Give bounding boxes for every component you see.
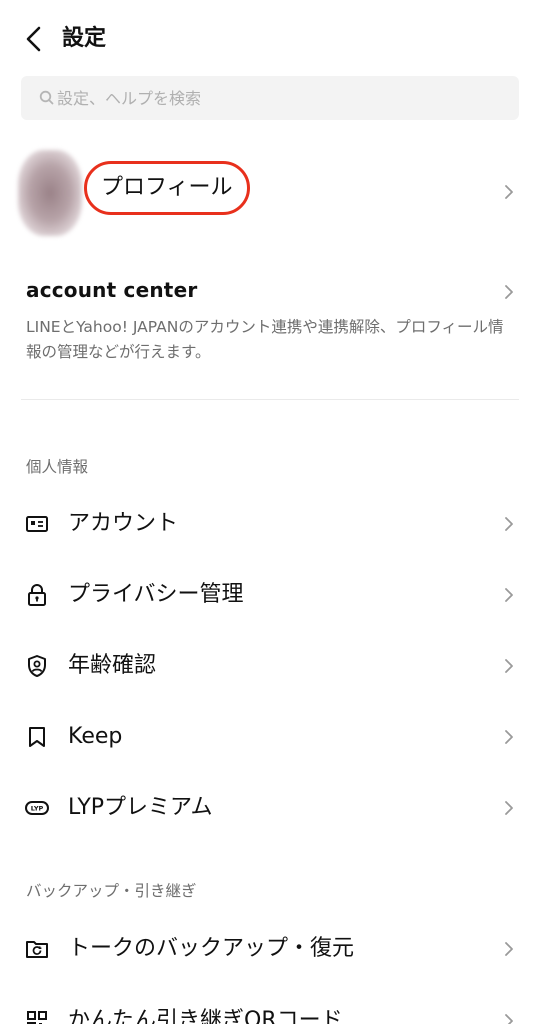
- search-icon: [39, 90, 54, 105]
- chevron-left-icon: [26, 26, 41, 52]
- chevron-right-icon: [505, 185, 513, 199]
- menu-item-qr-transfer[interactable]: かんたん引き継ぎQRコード: [0, 988, 535, 1024]
- menu-item-keep[interactable]: Keep: [0, 704, 535, 770]
- lyp-badge-icon: LYP: [25, 801, 49, 815]
- search-input[interactable]: [57, 76, 497, 120]
- chevron-right-icon: [505, 285, 513, 299]
- bookmark-icon: [29, 727, 45, 747]
- menu-item-account[interactable]: アカウント: [0, 491, 535, 557]
- qr-code-icon: [27, 1011, 47, 1024]
- menu-item-label: Keep: [68, 724, 123, 749]
- menu-item-label: 年齢確認: [68, 653, 157, 678]
- menu-item-label: アカウント: [68, 511, 179, 536]
- search-bar[interactable]: [21, 76, 519, 120]
- menu-item-label: LYPプレミアム: [68, 795, 213, 820]
- menu-item-lyp-premium[interactable]: LYP LYPプレミアム: [0, 775, 535, 841]
- chevron-right-icon: [505, 801, 513, 815]
- divider: [21, 399, 519, 400]
- settings-page: 設定 プロフィール account center LINEとYahoo! JAP…: [0, 0, 535, 1024]
- chevron-right-icon: [505, 942, 513, 956]
- chevron-right-icon: [505, 730, 513, 744]
- menu-item-label: プライバシー管理: [68, 582, 244, 607]
- section-header-personal-info: 個人情報: [26, 458, 89, 476]
- menu-item-label: かんたん引き継ぎQRコード: [68, 1008, 343, 1024]
- chevron-right-icon: [505, 588, 513, 602]
- svg-text:LYP: LYP: [31, 805, 44, 813]
- back-button[interactable]: [22, 24, 46, 54]
- chevron-right-icon: [505, 1014, 513, 1024]
- menu-item-privacy[interactable]: プライバシー管理: [0, 562, 535, 628]
- avatar: [18, 150, 82, 236]
- profile-label: プロフィール: [84, 161, 250, 215]
- backup-icon: [26, 941, 48, 958]
- lock-icon: [28, 584, 46, 606]
- chevron-right-icon: [505, 659, 513, 673]
- header-bar: 設定: [0, 0, 535, 72]
- section-header-backup: バックアップ・引き継ぎ: [26, 882, 197, 900]
- account-center-row[interactable]: account center LINEとYahoo! JAPANのアカウント連携…: [0, 270, 535, 380]
- account-center-description: LINEとYahoo! JAPANのアカウント連携や連携解除、プロフィール情報の…: [26, 318, 504, 361]
- menu-item-age-verification[interactable]: 年齢確認: [0, 633, 535, 699]
- chevron-right-icon: [505, 517, 513, 531]
- id-card-icon: [26, 516, 48, 532]
- account-center-title: account center: [26, 278, 198, 302]
- page-title: 設定: [62, 26, 107, 51]
- profile-row[interactable]: プロフィール: [0, 140, 535, 244]
- shield-person-icon: [28, 655, 46, 677]
- menu-item-label: トークのバックアップ・復元: [68, 936, 355, 961]
- menu-item-talk-backup[interactable]: トークのバックアップ・復元: [0, 916, 535, 982]
